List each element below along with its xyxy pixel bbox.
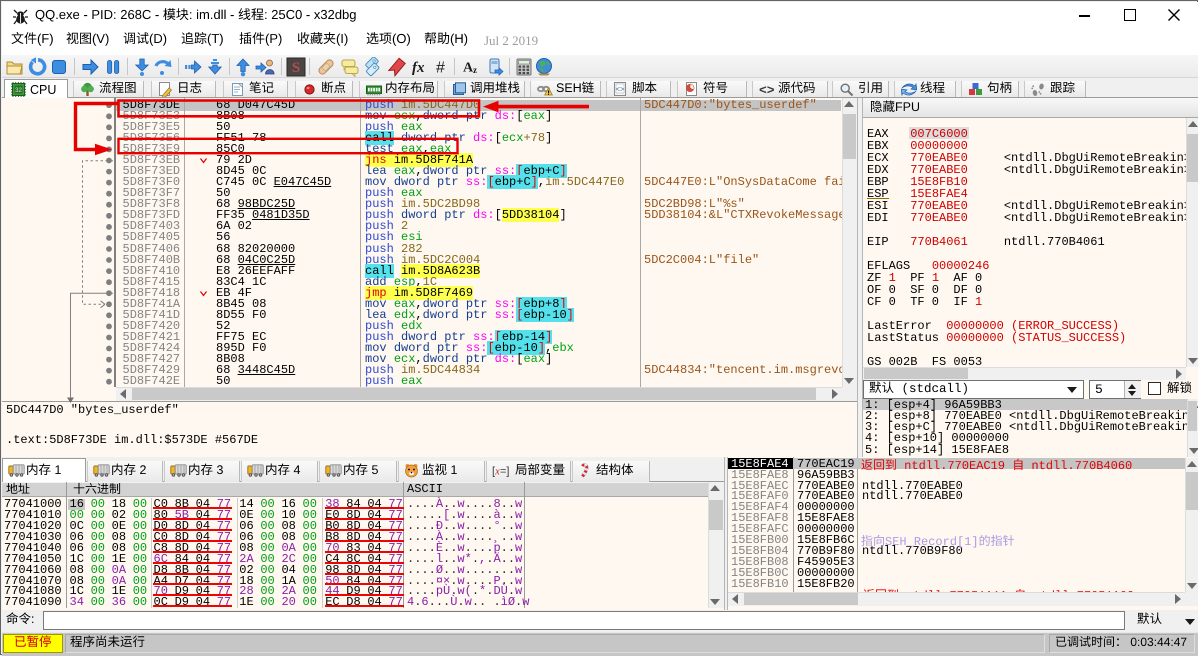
svg-text:<>: <> bbox=[759, 83, 775, 97]
svg-text:=]: =] bbox=[500, 466, 509, 478]
